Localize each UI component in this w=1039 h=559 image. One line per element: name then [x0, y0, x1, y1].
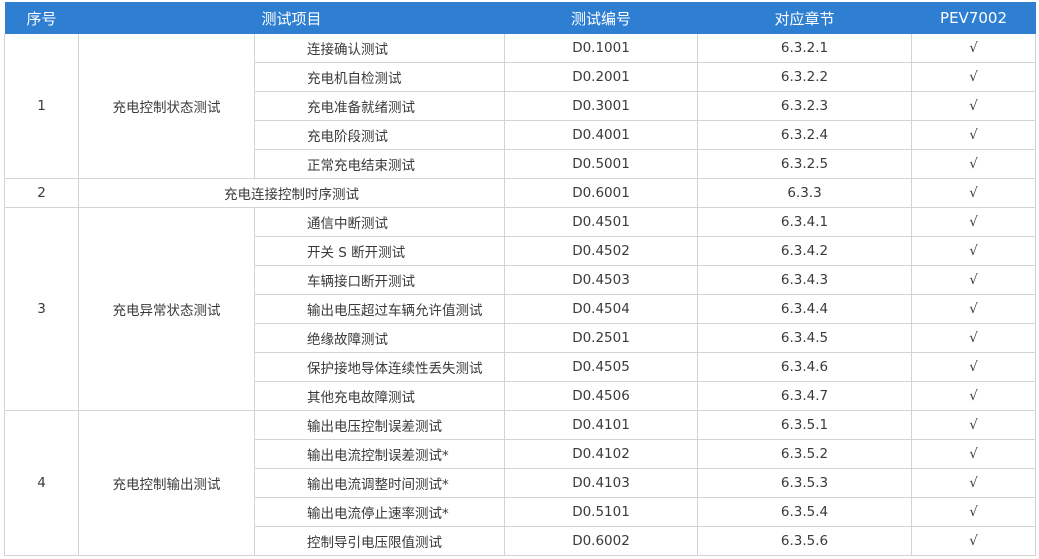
test-item: 输出电流控制误差测试* — [253, 439, 506, 469]
section: 6.3.5.2 — [697, 439, 913, 469]
support-mark: √ — [911, 265, 1037, 295]
test-code: D0.4505 — [504, 352, 699, 382]
support-mark: √ — [911, 497, 1037, 527]
test-item: 车辆接口断开测试 — [253, 265, 506, 295]
section: 6.3.2.2 — [697, 62, 913, 92]
section: 6.3.4.5 — [697, 323, 913, 353]
section: 6.3.4.2 — [697, 236, 913, 266]
test-item: 其他充电故障测试 — [253, 381, 506, 411]
support-mark: √ — [911, 236, 1037, 266]
test-item: 输出电压超过车辆允许值测试 — [253, 294, 506, 324]
section: 6.3.5.4 — [697, 497, 913, 527]
test-code: D0.4501 — [504, 207, 699, 237]
support-mark: √ — [911, 323, 1037, 353]
support-mark: √ — [911, 62, 1037, 92]
support-mark: √ — [911, 439, 1037, 469]
group-seq: 4 — [4, 410, 79, 556]
test-code: D0.5001 — [504, 149, 699, 179]
support-mark: √ — [911, 178, 1037, 208]
test-item: 连接确认测试 — [253, 34, 506, 63]
test-item: 输出电压控制误差测试 — [253, 410, 506, 440]
test-code: D0.4503 — [504, 265, 699, 295]
table-row: 4 充电控制输出测试 输出电压控制误差测试 D0.4101 6.3.5.1 √ — [4, 410, 1037, 556]
test-item: 绝缘故障测试 — [253, 323, 506, 353]
table-row: 2 充电连接控制时序测试 D0.6001 6.3.3 √ — [4, 178, 1037, 208]
section: 6.3.4.3 — [697, 265, 913, 295]
section: 6.3.5.6 — [697, 526, 913, 556]
section: 6.3.2.1 — [697, 34, 913, 63]
test-item: 充电阶段测试 — [253, 120, 506, 150]
section: 6.3.4.4 — [697, 294, 913, 324]
support-mark: √ — [911, 149, 1037, 179]
support-mark: √ — [911, 352, 1037, 382]
header-test-code: 测试编号 — [504, 2, 698, 34]
test-code: D0.6002 — [504, 526, 699, 556]
group-name: 充电控制输出测试 — [78, 410, 255, 556]
group-seq: 1 — [4, 34, 79, 179]
test-item: 正常充电结束测试 — [253, 149, 506, 179]
header-pev7002: PEV7002 — [911, 2, 1036, 34]
test-code: D0.4102 — [504, 439, 699, 469]
test-item: 开关 S 断开测试 — [253, 236, 506, 266]
group-name: 充电异常状态测试 — [78, 207, 255, 411]
test-code: D0.3001 — [504, 91, 699, 121]
group-name: 充电连接控制时序测试 — [77, 178, 506, 208]
support-mark: √ — [911, 410, 1037, 440]
test-item: 通信中断测试 — [253, 207, 506, 237]
support-mark: √ — [911, 526, 1037, 556]
test-code: D0.5101 — [504, 497, 699, 527]
section: 6.3.5.1 — [697, 410, 913, 440]
test-item: 充电准备就绪测试 — [253, 91, 506, 121]
section: 6.3.2.5 — [697, 149, 913, 179]
support-mark: √ — [911, 120, 1037, 150]
header-section: 对应章节 — [697, 2, 912, 34]
section: 6.3.4.1 — [697, 207, 913, 237]
section: 6.3.4.6 — [697, 352, 913, 382]
test-item: 控制导引电压限值测试 — [253, 526, 506, 556]
test-code: D0.2001 — [504, 62, 699, 92]
support-mark: √ — [911, 294, 1037, 324]
test-code: D0.6001 — [504, 178, 699, 208]
test-items-table: 序号 测试项目 测试编号 对应章节 PEV7002 1 充电控制状态测试 连接确… — [4, 2, 1037, 556]
group-seq: 2 — [4, 178, 79, 208]
table-row: 3 充电异常状态测试 通信中断测试 D0.4501 6.3.4.1 √ — [4, 207, 1037, 411]
section: 6.3.2.4 — [697, 120, 913, 150]
test-code: D0.4502 — [504, 236, 699, 266]
section: 6.3.5.3 — [697, 468, 913, 498]
test-code: D0.4001 — [504, 120, 699, 150]
test-item: 输出电流调整时间测试* — [253, 468, 506, 498]
support-mark: √ — [911, 34, 1037, 63]
support-mark: √ — [911, 381, 1037, 411]
group-seq: 3 — [4, 207, 79, 411]
test-item: 输出电流停止速率测试* — [253, 497, 506, 527]
group-name: 充电控制状态测试 — [78, 34, 255, 179]
test-code: D0.4101 — [504, 410, 699, 440]
support-mark: √ — [911, 207, 1037, 237]
section: 6.3.3 — [697, 178, 913, 208]
header-test-item: 测试项目 — [78, 2, 505, 34]
test-item: 保护接地导体连续性丢失测试 — [253, 352, 506, 382]
section: 6.3.4.7 — [697, 381, 913, 411]
test-code: D0.4504 — [504, 294, 699, 324]
support-mark: √ — [911, 91, 1037, 121]
table-row: 1 充电控制状态测试 连接确认测试 D0.1001 6.3.2.1 √ — [4, 34, 1037, 179]
test-item: 充电机自检测试 — [253, 62, 506, 92]
test-code: D0.4103 — [504, 468, 699, 498]
section: 6.3.2.3 — [697, 91, 913, 121]
test-code: D0.2501 — [504, 323, 699, 353]
support-mark: √ — [911, 468, 1037, 498]
header-seq: 序号 — [4, 2, 79, 34]
test-code: D0.4506 — [504, 381, 699, 411]
header-row: 序号 测试项目 测试编号 对应章节 PEV7002 — [4, 2, 1036, 34]
test-code: D0.1001 — [504, 34, 699, 63]
